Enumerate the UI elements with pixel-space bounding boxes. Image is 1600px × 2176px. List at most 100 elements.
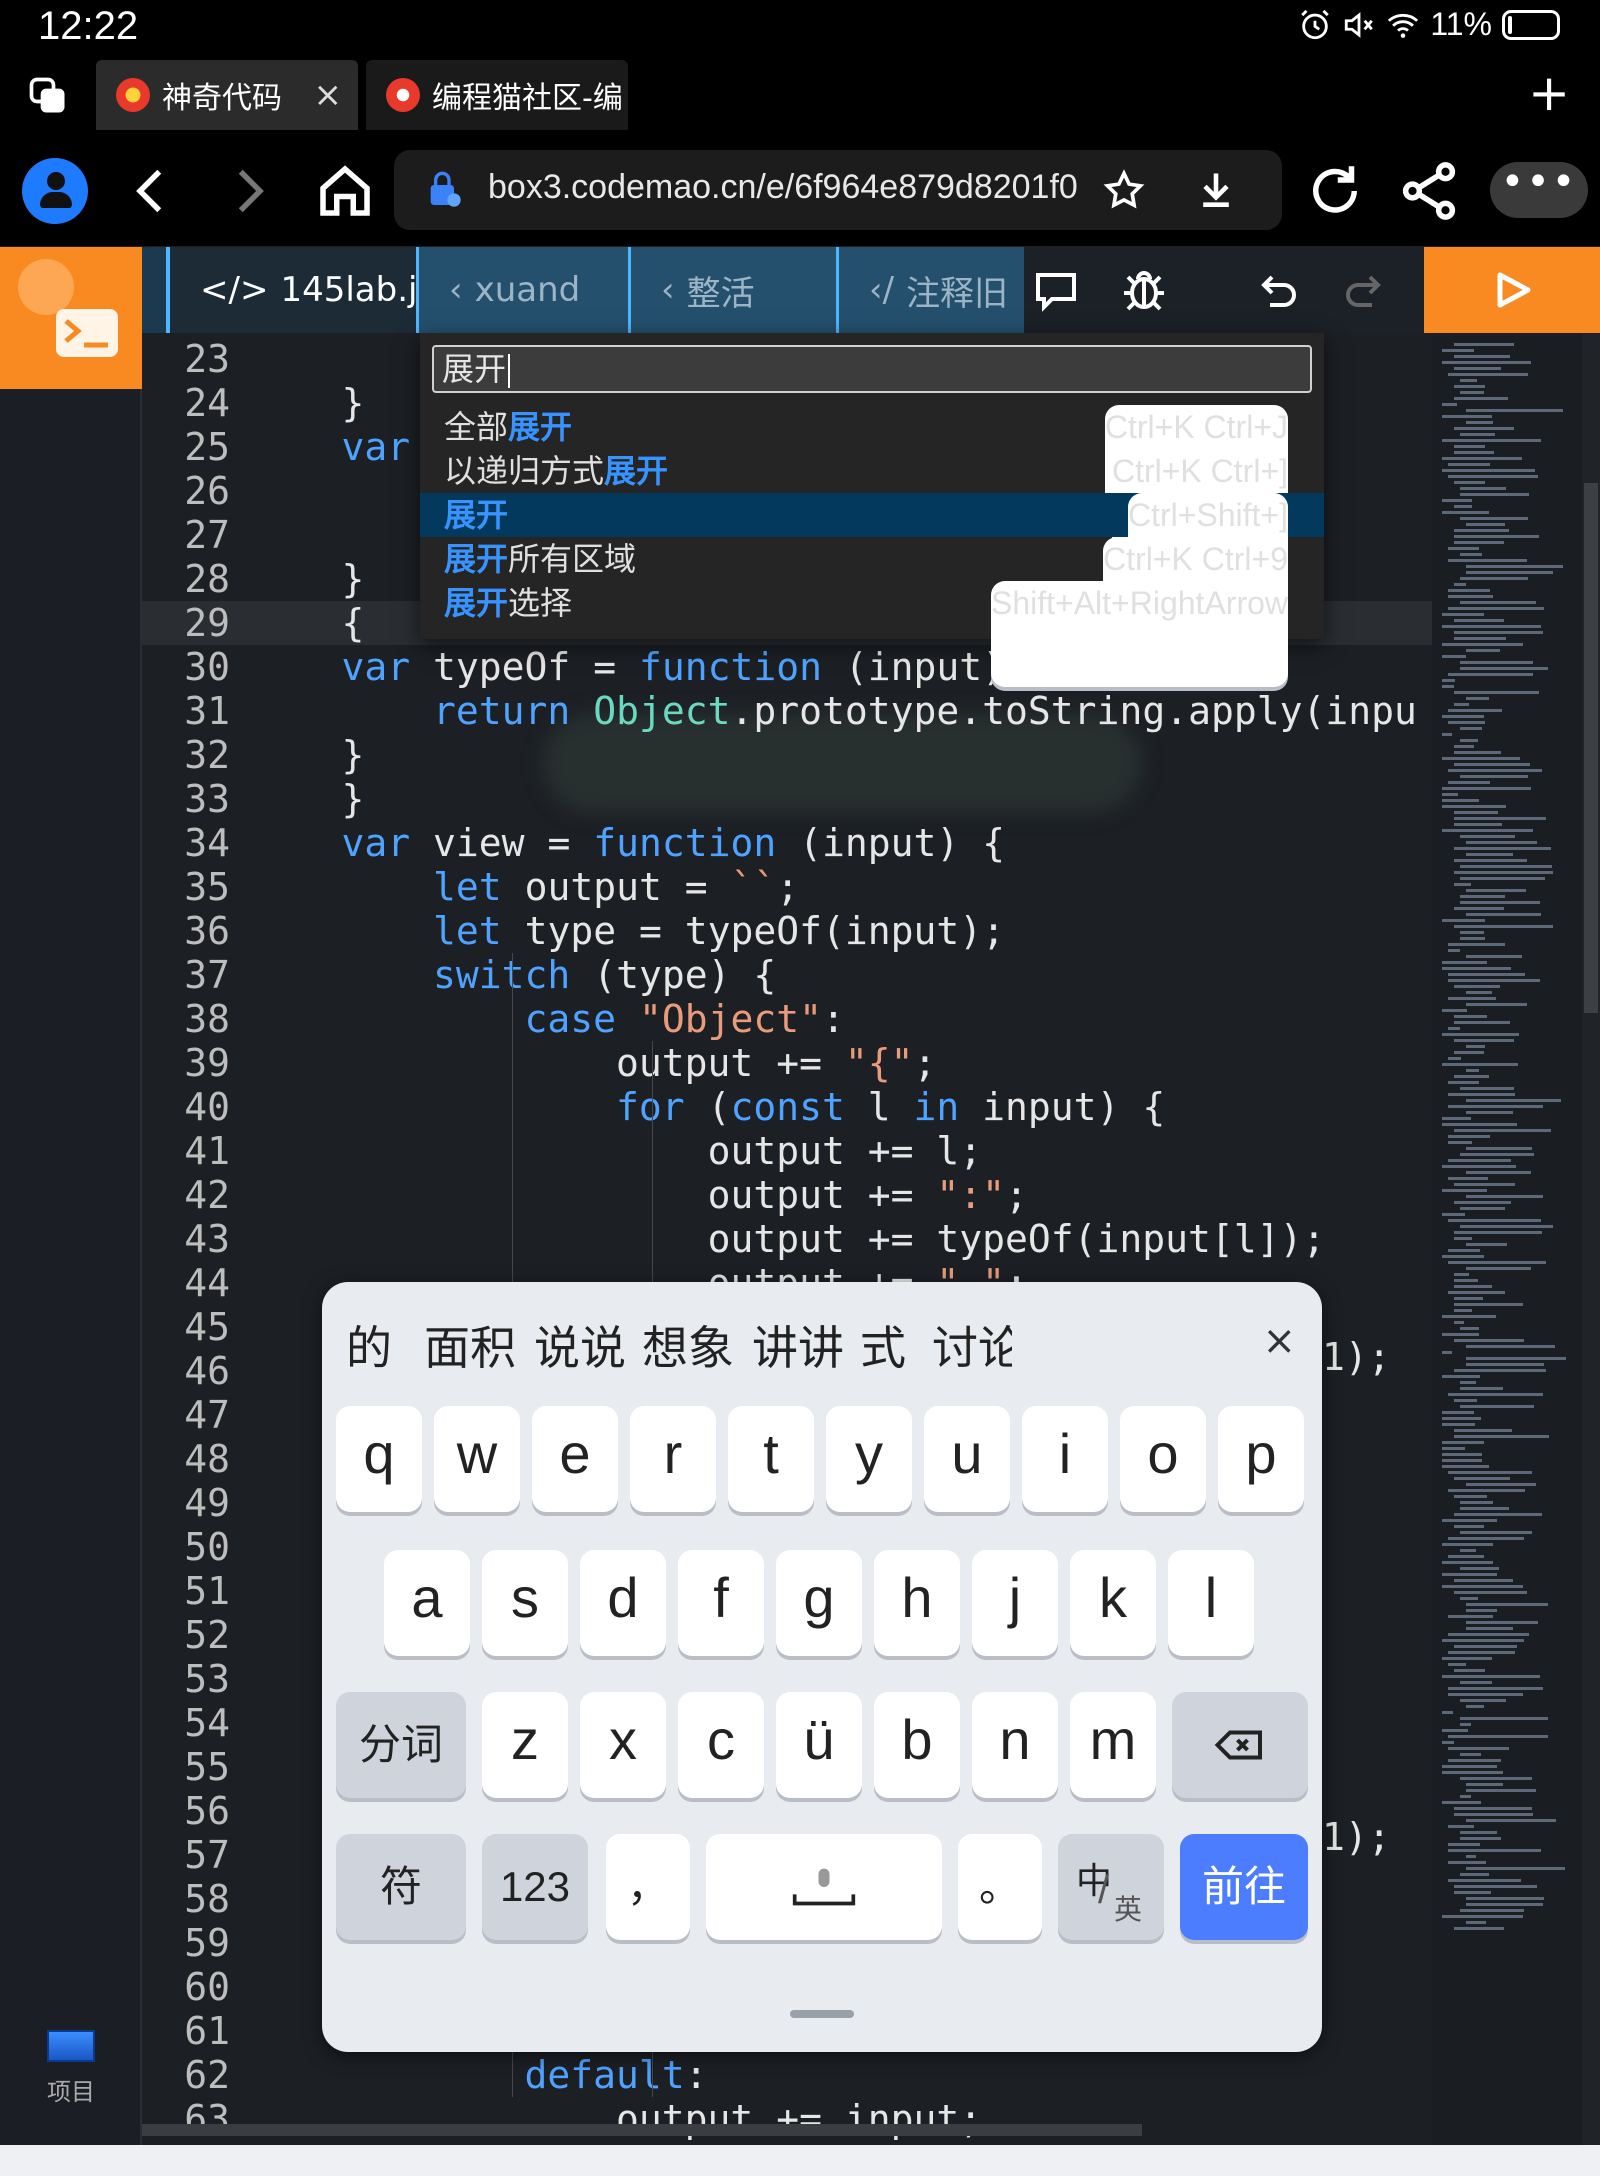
key-s[interactable]: s bbox=[482, 1550, 568, 1656]
home-icon[interactable] bbox=[312, 158, 378, 224]
project-button[interactable]: 项目 bbox=[20, 2030, 122, 2120]
symbols-key[interactable]: 符 bbox=[336, 1834, 466, 1940]
code-line[interactable]: 31 return Object.prototype.toString.appl… bbox=[142, 689, 1432, 733]
code-line[interactable]: 35 let output = ``; bbox=[142, 865, 1432, 909]
key-u[interactable]: u bbox=[924, 1406, 1010, 1512]
keyboard-handle[interactable] bbox=[790, 2010, 854, 2018]
candidate-word[interactable]: 的 bbox=[346, 1312, 392, 1378]
key-j[interactable]: j bbox=[972, 1550, 1058, 1656]
key-m[interactable]: m bbox=[1070, 1692, 1156, 1798]
download-icon[interactable] bbox=[1194, 168, 1238, 212]
close-tab-icon[interactable]: × bbox=[314, 75, 343, 115]
undo-icon[interactable] bbox=[1252, 267, 1304, 315]
code-line[interactable]: 33 } bbox=[142, 777, 1432, 821]
code-line[interactable]: 40 for (const l in input) { bbox=[142, 1085, 1432, 1129]
code-line[interactable]: 32 } bbox=[142, 733, 1432, 777]
key-r[interactable]: r bbox=[630, 1406, 716, 1512]
period-key[interactable]: 。 bbox=[958, 1834, 1042, 1940]
key-p[interactable]: p bbox=[1218, 1406, 1304, 1512]
code-line[interactable]: 39 output += "{"; bbox=[142, 1041, 1432, 1085]
forward-icon[interactable] bbox=[216, 158, 282, 224]
new-tab-button[interactable]: + bbox=[1528, 68, 1570, 118]
command-palette-input[interactable]: 展开 bbox=[432, 345, 1312, 393]
key-z[interactable]: z bbox=[482, 1692, 568, 1798]
browser-tab-1[interactable]: 神奇代码 × bbox=[96, 60, 358, 130]
command-item[interactable]: 展开 Ctrl+Shift+] bbox=[420, 493, 1324, 599]
key-w[interactable]: w bbox=[434, 1406, 520, 1512]
code-line[interactable]: 34 var view = function (input) { bbox=[142, 821, 1432, 865]
candidate-word[interactable]: 说说 bbox=[534, 1312, 626, 1378]
minimap[interactable] bbox=[1432, 333, 1582, 2145]
vertical-scrollbar[interactable] bbox=[1582, 333, 1600, 2145]
space-key[interactable] bbox=[706, 1834, 942, 1940]
comment-icon[interactable] bbox=[1030, 267, 1082, 315]
backspace-key[interactable] bbox=[1172, 1692, 1308, 1798]
candidate-word[interactable]: 讨论 bbox=[932, 1312, 1012, 1378]
redo-icon[interactable] bbox=[1338, 267, 1390, 315]
code-line[interactable]: 38 case "Object": bbox=[142, 997, 1432, 1041]
key-f[interactable]: f bbox=[678, 1550, 764, 1656]
command-item[interactable]: 全部展开 Ctrl+K Ctrl+J bbox=[420, 405, 1324, 511]
command-item[interactable]: 展开选择 Shift+Alt+RightArrow bbox=[420, 581, 1324, 687]
scrollbar-thumb[interactable] bbox=[1584, 483, 1598, 1013]
key-b[interactable]: b bbox=[874, 1692, 960, 1798]
horizontal-scrollbar[interactable] bbox=[142, 2124, 1142, 2136]
code-line[interactable]: 36 let type = typeOf(input); bbox=[142, 909, 1432, 953]
candidate-word[interactable]: 面积 bbox=[424, 1312, 516, 1378]
code-line[interactable]: 37 switch (type) { bbox=[142, 953, 1432, 997]
back-icon[interactable] bbox=[118, 158, 184, 224]
key-i[interactable]: i bbox=[1022, 1406, 1108, 1512]
key-x[interactable]: x bbox=[580, 1692, 666, 1798]
key-o[interactable]: o bbox=[1120, 1406, 1206, 1512]
editor-tab-zhushi[interactable]: ‹/ 注释旧 bbox=[836, 247, 1036, 333]
key-t[interactable]: t bbox=[728, 1406, 814, 1512]
key-e[interactable]: e bbox=[532, 1406, 618, 1512]
debug-bug-icon[interactable] bbox=[1118, 267, 1170, 315]
minimap-line bbox=[1448, 1843, 1481, 1846]
key-a[interactable]: a bbox=[384, 1550, 470, 1656]
bookmark-star-icon[interactable] bbox=[1102, 168, 1146, 212]
minimap-line bbox=[1448, 1861, 1487, 1864]
language-toggle-key[interactable]: 中 / 英 bbox=[1058, 1834, 1164, 1940]
browser-menu-button[interactable]: ••• bbox=[1490, 162, 1588, 218]
run-button[interactable] bbox=[1424, 247, 1600, 333]
key-l[interactable]: l bbox=[1168, 1550, 1254, 1656]
share-icon[interactable] bbox=[1396, 158, 1462, 224]
key-q[interactable]: q bbox=[336, 1406, 422, 1512]
key-d[interactable]: d bbox=[580, 1550, 666, 1656]
key-h[interactable]: h bbox=[874, 1550, 960, 1656]
go-key[interactable]: 前往 bbox=[1180, 1834, 1308, 1940]
close-candidates-icon[interactable]: × bbox=[1262, 1318, 1296, 1364]
candidate-word[interactable]: 讲讲 bbox=[752, 1312, 844, 1378]
comma-key[interactable]: ， bbox=[606, 1834, 690, 1940]
key-c[interactable]: c bbox=[678, 1692, 764, 1798]
code-line[interactable]: 42 output += ":"; bbox=[142, 1173, 1432, 1217]
command-item[interactable]: 以递归方式展开 Ctrl+K Ctrl+] bbox=[420, 449, 1324, 555]
app-logo[interactable] bbox=[0, 247, 142, 389]
minimap-line bbox=[1454, 1237, 1472, 1240]
url-field[interactable]: box3.codemao.cn/e/6f964e879d8201f0 bbox=[394, 150, 1282, 230]
numbers-key[interactable]: 123 bbox=[482, 1834, 588, 1940]
minimap-line bbox=[1448, 547, 1480, 550]
reload-icon[interactable] bbox=[1302, 158, 1368, 224]
candidate-word[interactable]: 想象 bbox=[642, 1312, 734, 1378]
editor-tab-xuand[interactable]: ‹ xuand bbox=[416, 247, 628, 333]
code-line[interactable]: 43 output += typeOf(input[l]); bbox=[142, 1217, 1432, 1261]
minimap-line bbox=[1442, 403, 1457, 406]
code-line[interactable]: 41 output += l; bbox=[142, 1129, 1432, 1173]
minimap-line bbox=[1466, 1483, 1537, 1486]
key-g[interactable]: g bbox=[776, 1550, 862, 1656]
code-line[interactable]: 62 default: bbox=[142, 2053, 1432, 2097]
profile-avatar[interactable] bbox=[22, 158, 88, 224]
candidate-word[interactable]: 式 bbox=[860, 1312, 906, 1378]
key-n[interactable]: n bbox=[972, 1692, 1058, 1798]
tab-switcher-icon[interactable] bbox=[26, 74, 70, 118]
command-item[interactable]: 展开所有区域 Ctrl+K Ctrl+9 bbox=[420, 537, 1324, 643]
key-y[interactable]: y bbox=[826, 1406, 912, 1512]
segment-key[interactable]: 分词 bbox=[336, 1692, 466, 1798]
browser-tab-2[interactable]: 编程猫社区-编 bbox=[366, 60, 628, 130]
editor-tab-145lab[interactable]: </> 145lab.js bbox=[166, 247, 416, 333]
key-ü[interactable]: ü bbox=[776, 1692, 862, 1798]
key-k[interactable]: k bbox=[1070, 1550, 1156, 1656]
editor-tab-zhenghuo[interactable]: ‹ 整活 bbox=[628, 247, 836, 333]
